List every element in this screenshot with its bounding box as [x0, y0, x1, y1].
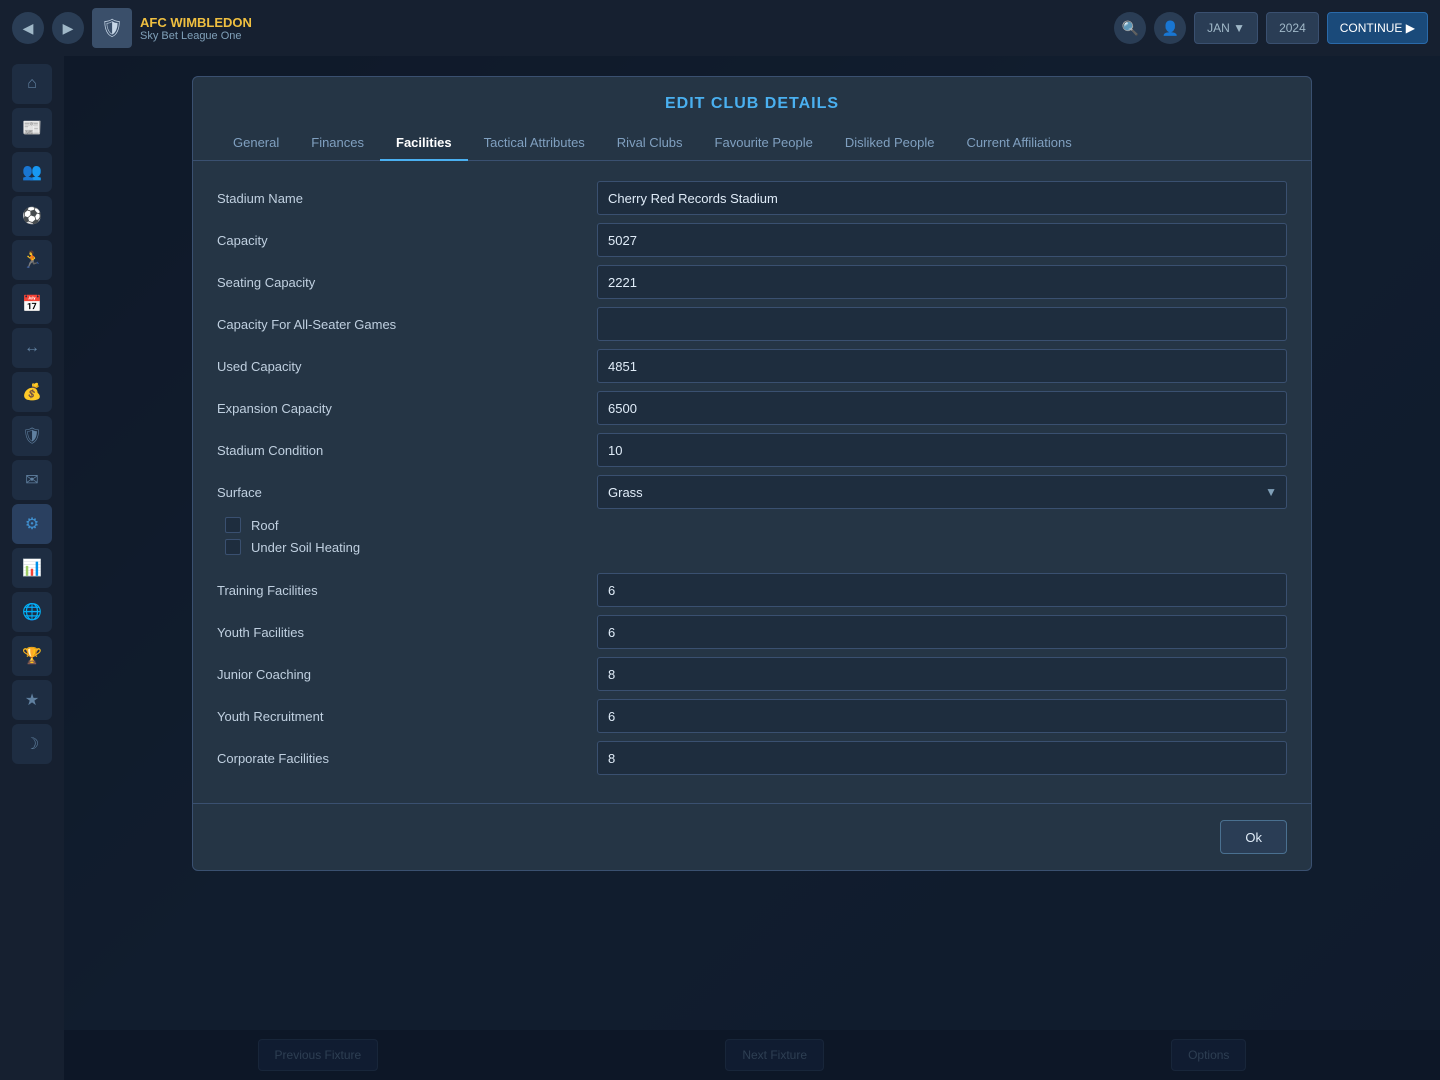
stadium-condition-input[interactable] — [597, 433, 1287, 467]
youth-facilities-label: Youth Facilities — [217, 625, 597, 640]
sidebar-finances[interactable]: 💰 — [12, 372, 52, 412]
training-facilities-label: Training Facilities — [217, 583, 597, 598]
youth-facilities-row: Youth Facilities — [217, 615, 1287, 649]
club-info: AFC WIMBLEDON Sky Bet League One — [140, 15, 1106, 42]
under-soil-heating-row: Under Soil Heating — [217, 539, 1287, 555]
club-name: AFC WIMBLEDON — [140, 15, 1106, 30]
tab-general[interactable]: General — [217, 125, 295, 160]
expansion-capacity-input[interactable] — [597, 391, 1287, 425]
capacity-label: Capacity — [217, 233, 597, 248]
capacity-all-seater-row: Capacity For All-Seater Games — [217, 307, 1287, 341]
modal-title: EDIT CLUB DETAILS — [193, 77, 1311, 125]
club-league: Sky Bet League One — [140, 30, 1106, 42]
sidebar-stats[interactable]: 📊 — [12, 548, 52, 588]
time-btn[interactable]: 2024 — [1266, 12, 1319, 44]
corporate-facilities-input[interactable] — [597, 741, 1287, 775]
capacity-all-seater-label: Capacity For All-Seater Games — [217, 317, 597, 332]
surface-select-wrapper: Grass Artificial Hybrid ▼ — [597, 475, 1287, 509]
seating-capacity-row: Seating Capacity — [217, 265, 1287, 299]
sidebar-moon[interactable]: ☽ — [12, 724, 52, 764]
profile-icon[interactable]: 👤 — [1154, 12, 1186, 44]
expansion-capacity-label: Expansion Capacity — [217, 401, 597, 416]
left-sidebar: ⌂ 📰 👥 ⚽ 🏃 📅 ↔ 💰 🛡 ✉ ⚙ 📊 🌐 🏆 ★ ☽ — [0, 56, 64, 1080]
nav-right: 🔍 👤 JAN ▼ 2024 CONTINUE ▶ — [1114, 12, 1428, 44]
stadium-condition-label: Stadium Condition — [217, 443, 597, 458]
tab-facilities[interactable]: Facilities — [380, 125, 468, 160]
sidebar-star[interactable]: ★ — [12, 680, 52, 720]
sidebar-squad[interactable]: 👥 — [12, 152, 52, 192]
capacity-row: Capacity — [217, 223, 1287, 257]
youth-recruitment-input[interactable] — [597, 699, 1287, 733]
sidebar-trophy[interactable]: 🏆 — [12, 636, 52, 676]
stadium-condition-row: Stadium Condition — [217, 433, 1287, 467]
back-button[interactable]: ◀ — [12, 12, 44, 44]
corporate-facilities-label: Corporate Facilities — [217, 751, 597, 766]
sidebar-training[interactable]: 🏃 — [12, 240, 52, 280]
training-facilities-input[interactable] — [597, 573, 1287, 607]
under-soil-heating-checkbox[interactable] — [225, 539, 241, 555]
stadium-name-label: Stadium Name — [217, 191, 597, 206]
youth-recruitment-label: Youth Recruitment — [217, 709, 597, 724]
under-soil-heating-label[interactable]: Under Soil Heating — [251, 540, 360, 555]
training-facilities-row: Training Facilities — [217, 573, 1287, 607]
roof-checkbox[interactable] — [225, 517, 241, 533]
expansion-capacity-row: Expansion Capacity — [217, 391, 1287, 425]
sidebar-tactics[interactable]: ⚽ — [12, 196, 52, 236]
sidebar-globe[interactable]: 🌐 — [12, 592, 52, 632]
sidebar-settings[interactable]: ⚙ — [12, 504, 52, 544]
youth-recruitment-row: Youth Recruitment — [217, 699, 1287, 733]
used-capacity-row: Used Capacity — [217, 349, 1287, 383]
sidebar-news[interactable]: 📰 — [12, 108, 52, 148]
search-icon[interactable]: 🔍 — [1114, 12, 1146, 44]
youth-facilities-input[interactable] — [597, 615, 1287, 649]
edit-club-modal: EDIT CLUB DETAILS General Finances Facil… — [192, 76, 1312, 871]
seating-capacity-label: Seating Capacity — [217, 275, 597, 290]
tabs-container: General Finances Facilities Tactical Att… — [193, 125, 1311, 161]
junior-coaching-input[interactable] — [597, 657, 1287, 691]
modal-footer: Ok — [193, 803, 1311, 870]
tab-disliked-people[interactable]: Disliked People — [829, 125, 951, 160]
modal-body: Stadium Name Capacity Seating Capacity C… — [193, 161, 1311, 803]
used-capacity-label: Used Capacity — [217, 359, 597, 374]
seating-capacity-input[interactable] — [597, 265, 1287, 299]
tab-finances[interactable]: Finances — [295, 125, 380, 160]
surface-select[interactable]: Grass Artificial Hybrid — [597, 475, 1287, 509]
date-btn[interactable]: JAN ▼ — [1194, 12, 1258, 44]
sidebar-club[interactable]: 🛡 — [12, 416, 52, 456]
sidebar-inbox[interactable]: ✉ — [12, 460, 52, 500]
junior-coaching-row: Junior Coaching — [217, 657, 1287, 691]
tab-current-affiliations[interactable]: Current Affiliations — [950, 125, 1087, 160]
corporate-facilities-row: Corporate Facilities — [217, 741, 1287, 775]
sidebar-home[interactable]: ⌂ — [12, 64, 52, 104]
surface-label: Surface — [217, 485, 597, 500]
tab-rival-clubs[interactable]: Rival Clubs — [601, 125, 699, 160]
continue-btn[interactable]: CONTINUE ▶ — [1327, 12, 1428, 44]
club-badge: 🛡 — [92, 8, 132, 48]
tab-favourite-people[interactable]: Favourite People — [699, 125, 829, 160]
stadium-name-row: Stadium Name — [217, 181, 1287, 215]
junior-coaching-label: Junior Coaching — [217, 667, 597, 682]
stadium-name-input[interactable] — [597, 181, 1287, 215]
sidebar-matches[interactable]: 📅 — [12, 284, 52, 324]
tab-tactical-attributes[interactable]: Tactical Attributes — [468, 125, 601, 160]
roof-row: Roof — [217, 517, 1287, 533]
used-capacity-input[interactable] — [597, 349, 1287, 383]
sidebar-transfers[interactable]: ↔ — [12, 328, 52, 368]
capacity-input[interactable] — [597, 223, 1287, 257]
modal-backdrop: EDIT CLUB DETAILS General Finances Facil… — [64, 56, 1440, 1080]
surface-row: Surface Grass Artificial Hybrid ▼ — [217, 475, 1287, 509]
roof-label[interactable]: Roof — [251, 518, 278, 533]
ok-button[interactable]: Ok — [1220, 820, 1287, 854]
top-nav: ◀ ▶ 🛡 AFC WIMBLEDON Sky Bet League One 🔍… — [0, 0, 1440, 56]
forward-button[interactable]: ▶ — [52, 12, 84, 44]
capacity-all-seater-input[interactable] — [597, 307, 1287, 341]
